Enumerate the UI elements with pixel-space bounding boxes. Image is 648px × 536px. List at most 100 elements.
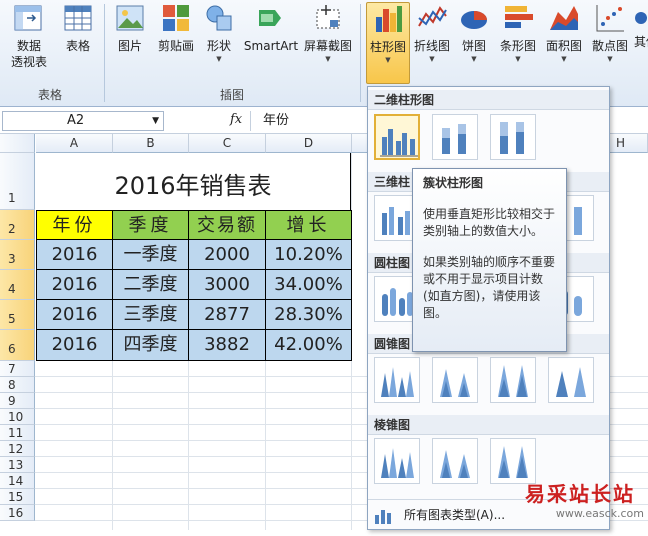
- chevron-down-icon: ▼: [561, 55, 567, 63]
- column-header-a[interactable]: A: [36, 134, 113, 153]
- table-cell[interactable]: 2877: [189, 300, 266, 330]
- watermark-url: www.easck.com: [555, 507, 644, 520]
- table-cell[interactable]: 34.00%: [266, 270, 352, 300]
- table-cell[interactable]: 3000: [189, 270, 266, 300]
- table-cell[interactable]: 2016: [36, 300, 113, 330]
- row-header-16[interactable]: 16: [0, 505, 35, 521]
- group-separator: [360, 4, 361, 102]
- tooltip-title: 簇状柱形图: [423, 176, 484, 190]
- section-2d-column: 二维柱形图: [368, 90, 609, 110]
- group-label-table: 表格: [38, 88, 63, 102]
- row-header-5[interactable]: 5: [0, 300, 35, 330]
- name-box[interactable]: A2 ▼: [2, 111, 164, 131]
- scatter-chart-button[interactable]: 散点图 ▼: [590, 2, 630, 64]
- area-chart-label: 面积图: [545, 39, 582, 53]
- table-cell[interactable]: 三季度: [113, 300, 189, 330]
- percent-stacked-cone-option[interactable]: [490, 357, 536, 403]
- table-cell[interactable]: 2000: [189, 240, 266, 270]
- smartart-label: SmartArt: [243, 39, 299, 53]
- sheet-title[interactable]: 2016年销售表: [36, 153, 351, 210]
- screenshot-button[interactable]: 屏幕截图 ▼: [302, 2, 354, 64]
- table-icon: [62, 2, 94, 34]
- clustered-column-option[interactable]: [374, 114, 420, 160]
- row-header-14[interactable]: 14: [0, 473, 35, 489]
- name-box-value: A2: [67, 113, 85, 128]
- row-header-2[interactable]: 2: [0, 210, 35, 240]
- row-header-4[interactable]: 4: [0, 270, 35, 300]
- table-cell[interactable]: 2016: [36, 240, 113, 270]
- pivot-table-button[interactable]: 数据 透视表: [6, 2, 52, 70]
- table-cell[interactable]: 2016: [36, 330, 113, 361]
- row-header-7[interactable]: 7: [0, 361, 35, 377]
- row-header-9[interactable]: 9: [0, 393, 35, 409]
- row-header-1[interactable]: 1: [0, 153, 35, 210]
- row-header-15[interactable]: 15: [0, 489, 35, 505]
- row-header-11[interactable]: 11: [0, 425, 35, 441]
- pivot-table-label: 数据: [16, 39, 41, 53]
- clustered-cone-option[interactable]: [374, 357, 420, 403]
- area-chart-button[interactable]: 面积图 ▼: [544, 2, 584, 64]
- chevron-down-icon: ▼: [325, 55, 331, 63]
- table-cell[interactable]: 二季度: [113, 270, 189, 300]
- other-charts-button[interactable]: 其他: [634, 2, 648, 50]
- column-header-c[interactable]: C: [189, 134, 266, 153]
- picture-label: 图片: [117, 39, 142, 53]
- header-cell-growth[interactable]: 增长: [266, 210, 352, 240]
- clipart-button[interactable]: 剪贴画: [155, 2, 197, 54]
- smartart-button[interactable]: SmartArt: [242, 2, 300, 54]
- row-header-3[interactable]: 3: [0, 240, 35, 270]
- row-header-6[interactable]: 6: [0, 330, 35, 361]
- table-cell[interactable]: 一季度: [113, 240, 189, 270]
- row-header-8[interactable]: 8: [0, 377, 35, 393]
- column-chart-button[interactable]: 柱形图 ▼: [366, 2, 410, 84]
- table-cell[interactable]: 3882: [189, 330, 266, 361]
- chart-tooltip: 簇状柱形图 使用垂直矩形比较相交于类别轴上的数值大小。 如果类别轴的顺序不重要或…: [412, 168, 567, 352]
- row-header-13[interactable]: 13: [0, 457, 35, 473]
- table-cell[interactable]: 2016: [36, 270, 113, 300]
- shapes-button[interactable]: 形状 ▼: [203, 2, 235, 64]
- shapes-label: 形状: [206, 39, 231, 53]
- table-cell[interactable]: 28.30%: [266, 300, 352, 330]
- row-header-12[interactable]: 12: [0, 441, 35, 457]
- scatter-chart-icon: [594, 2, 626, 34]
- chevron-down-icon: ▼: [471, 55, 477, 63]
- column-chart-icon: [372, 3, 404, 35]
- stacked-pyramid-option[interactable]: [432, 438, 478, 484]
- pie-chart-label: 饼图: [461, 39, 486, 53]
- row-header-10[interactable]: 10: [0, 409, 35, 425]
- table-cell[interactable]: 10.20%: [266, 240, 352, 270]
- chevron-down-icon: ▼: [607, 55, 613, 63]
- screenshot-icon: [312, 2, 344, 34]
- chevron-down-icon: ▼: [429, 55, 435, 63]
- table-cell[interactable]: 四季度: [113, 330, 189, 361]
- header-cell-quarter[interactable]: 季度: [113, 210, 189, 240]
- picture-button[interactable]: 图片: [112, 2, 148, 54]
- section-pyramid: 棱锥图: [368, 415, 609, 435]
- 3d-cone-option[interactable]: [548, 357, 594, 403]
- stacked-cone-option[interactable]: [432, 357, 478, 403]
- smartart-icon: [255, 2, 287, 34]
- group-label-illustration: 插图: [220, 88, 245, 102]
- scatter-chart-label: 散点图: [591, 39, 628, 53]
- stacked-column-option[interactable]: [432, 114, 478, 160]
- picture-icon: [114, 2, 146, 34]
- line-chart-label: 折线图: [413, 39, 450, 53]
- chart-types-icon: [374, 506, 392, 536]
- clustered-pyramid-option[interactable]: [374, 438, 420, 484]
- table-cell[interactable]: 42.00%: [266, 330, 352, 361]
- chevron-down-icon[interactable]: ▼: [152, 112, 159, 130]
- bar-chart-button[interactable]: 条形图 ▼: [498, 2, 538, 64]
- all-chart-types-label: 所有图表类型(A)...: [404, 508, 506, 522]
- header-cell-year[interactable]: 年份: [36, 210, 113, 240]
- percent-stacked-column-option[interactable]: [490, 114, 536, 160]
- select-all-corner[interactable]: [0, 134, 35, 153]
- line-chart-button[interactable]: 折线图 ▼: [412, 2, 452, 64]
- formula-input[interactable]: 年份: [250, 111, 370, 131]
- bar-chart-label: 条形图: [499, 39, 536, 53]
- column-header-d[interactable]: D: [266, 134, 352, 153]
- pie-chart-button[interactable]: 饼图 ▼: [458, 2, 490, 64]
- header-cell-amount[interactable]: 交易额: [189, 210, 266, 240]
- column-header-b[interactable]: B: [113, 134, 189, 153]
- table-button[interactable]: 表格: [58, 2, 98, 54]
- fx-icon[interactable]: fx: [230, 112, 242, 127]
